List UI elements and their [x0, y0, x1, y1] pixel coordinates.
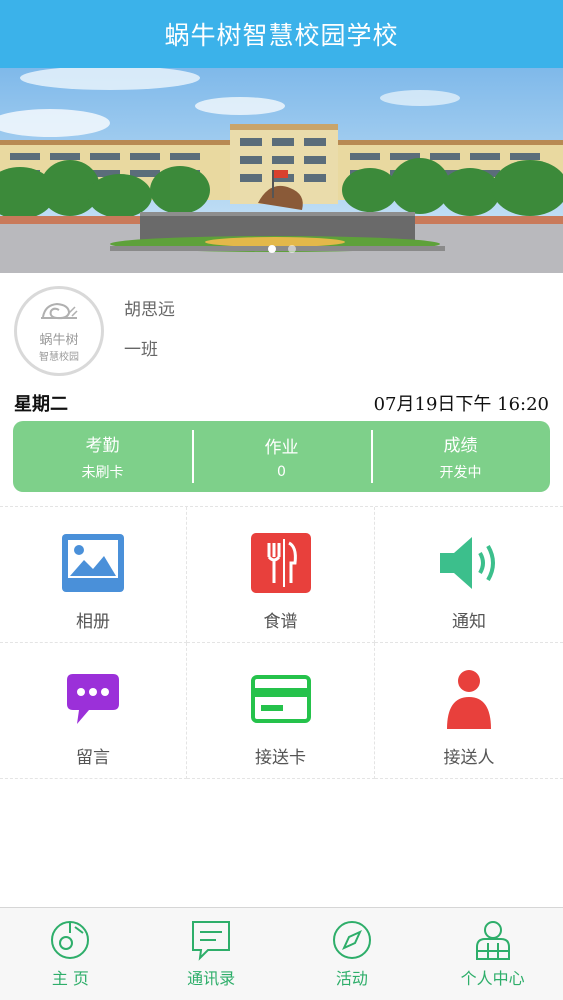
avatar-logo-line1: 蜗牛树 [39, 333, 79, 348]
feature-pickup-person[interactable]: 接送人 [375, 643, 563, 779]
stat-homework[interactable]: 作业 0 [192, 421, 371, 492]
stat-grades[interactable]: 成绩 开发中 [371, 421, 550, 492]
pickup-person-icon [437, 667, 501, 731]
feature-pickup-card[interactable]: 接送卡 [187, 643, 375, 779]
feature-recipe[interactable]: 食谱 [187, 507, 375, 643]
avatar-logo-line2: 智慧校园 [39, 352, 79, 363]
feature-label: 通知 [452, 612, 486, 632]
message-icon [61, 667, 125, 731]
feature-label: 食谱 [263, 612, 298, 632]
tab-label: 个人中心 [460, 969, 525, 988]
feature-label: 接送卡 [255, 748, 306, 768]
stat-title: 成绩 [443, 436, 478, 456]
home-icon [51, 921, 90, 959]
school-banner-image [0, 68, 563, 273]
feature-label: 接送人 [443, 748, 495, 768]
feature-label: 留言 [76, 748, 110, 768]
stat-value: 未刷卡 [81, 465, 124, 481]
tab-home[interactable]: 主 页 [0, 908, 141, 1000]
feature-album[interactable]: 相册 [0, 507, 187, 643]
bottom-tab-bar: 主 页 通讯录 活动 个人中心 [0, 907, 563, 1000]
banner-carousel[interactable] [0, 68, 563, 273]
tab-profile[interactable]: 个人中心 [422, 908, 563, 1000]
profile-icon [475, 921, 510, 960]
stat-value: 开发中 [439, 465, 482, 481]
stat-attendance[interactable]: 考勤 未刷卡 [13, 421, 192, 492]
tab-label: 通讯录 [187, 969, 236, 988]
stat-title: 考勤 [85, 436, 120, 456]
student-profile: 蜗牛树 智慧校园 胡思远 一班 [0, 273, 563, 383]
tab-label: 活动 [335, 969, 368, 988]
app-header: 蜗牛树智慧校园学校 [0, 0, 563, 68]
contacts-icon [192, 921, 231, 961]
student-class: 一班 [124, 340, 158, 360]
snail-logo-icon [41, 302, 78, 320]
stats-panel: 考勤 未刷卡 作业 0 成绩 开发中 [13, 421, 550, 492]
carousel-dot-1[interactable] [267, 245, 276, 253]
recipe-icon [249, 531, 313, 595]
avatar[interactable]: 蜗牛树 智慧校园 [14, 286, 104, 376]
stat-title: 作业 [264, 438, 299, 458]
activity-icon [332, 921, 371, 959]
feature-label: 相册 [76, 612, 110, 632]
carousel-dot-2[interactable] [287, 245, 296, 253]
weekday-label: 星期二 [14, 394, 68, 415]
notice-icon [437, 531, 501, 595]
tab-label: 主 页 [51, 969, 89, 988]
feature-grid: 相册 食谱 通知 留言 接送卡 接送人 [0, 506, 563, 779]
app-title: 蜗牛树智慧校园学校 [164, 21, 399, 50]
tab-activity[interactable]: 活动 [282, 908, 423, 1000]
datetime-label: 07月19日下午 16:20 [373, 394, 549, 415]
pickup-card-icon [249, 667, 313, 731]
album-icon [61, 531, 125, 595]
feature-notice[interactable]: 通知 [375, 507, 563, 643]
student-name: 胡思远 [124, 300, 175, 320]
feature-message[interactable]: 留言 [0, 643, 187, 779]
tab-contacts[interactable]: 通讯录 [141, 908, 282, 1000]
stat-value: 0 [277, 464, 286, 480]
carousel-dots [0, 245, 563, 253]
